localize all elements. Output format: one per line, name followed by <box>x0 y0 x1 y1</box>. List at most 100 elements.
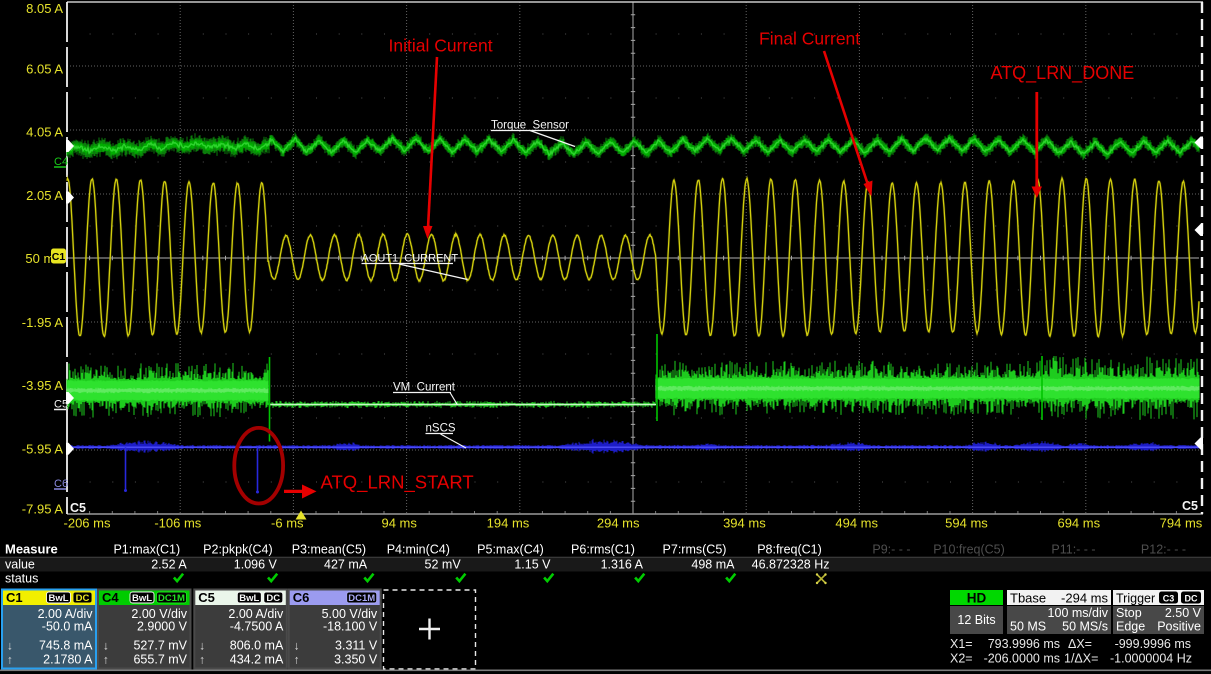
svg-text:-1.95 A: -1.95 A <box>22 315 64 330</box>
svg-text:-7.95 A: -7.95 A <box>22 502 64 517</box>
svg-text:C6: C6 <box>54 478 68 490</box>
svg-text:294 ms: 294 ms <box>597 516 640 531</box>
svg-text:P8:freq(C1): P8:freq(C1) <box>757 543 822 557</box>
svg-text:HD: HD <box>967 591 987 606</box>
svg-text:status: status <box>5 572 38 586</box>
svg-text:P4:min(C4): P4:min(C4) <box>387 543 450 557</box>
svg-text:12 Bits: 12 Bits <box>957 613 995 627</box>
svg-text:1.096 V: 1.096 V <box>234 558 278 572</box>
svg-text:-4.7500 A: -4.7500 A <box>230 620 284 634</box>
svg-text:Measure: Measure <box>5 542 58 557</box>
svg-text:Stop: Stop <box>1116 606 1142 620</box>
svg-text:C1: C1 <box>6 590 23 605</box>
svg-text:194 ms: 194 ms <box>487 516 530 531</box>
svg-text:2.50 V: 2.50 V <box>1165 606 1202 620</box>
svg-text:50 MS/s: 50 MS/s <box>1062 620 1108 634</box>
svg-text:-206 ms: -206 ms <box>64 516 111 531</box>
svg-text:C5: C5 <box>198 590 215 605</box>
svg-text:46.872328 Hz: 46.872328 Hz <box>752 558 830 572</box>
svg-text:Initial Current: Initial Current <box>389 36 493 56</box>
svg-text:745.8 mA: 745.8 mA <box>39 639 93 653</box>
svg-text:494 ms: 494 ms <box>835 516 878 531</box>
svg-text:DC: DC <box>266 593 280 604</box>
svg-text:↑: ↑ <box>294 653 300 667</box>
svg-text:-999.9996 ms: -999.9996 ms <box>1115 637 1191 651</box>
svg-text:-18.100 V: -18.100 V <box>323 620 378 634</box>
svg-text:X2=: X2= <box>950 652 973 666</box>
svg-text:Edge: Edge <box>1116 620 1145 634</box>
svg-text:434.2 mA: 434.2 mA <box>230 653 284 667</box>
svg-text:X1=: X1= <box>950 637 973 651</box>
svg-text:↓: ↓ <box>294 639 300 653</box>
svg-text:DC1M: DC1M <box>158 593 185 604</box>
svg-text:394 ms: 394 ms <box>723 516 766 531</box>
svg-text:C1: C1 <box>52 251 66 263</box>
svg-text:↑: ↑ <box>7 653 13 667</box>
svg-text:P12:- - -: P12:- - - <box>1141 543 1186 557</box>
svg-text:-50.0 mA: -50.0 mA <box>42 620 93 634</box>
svg-text:Tbase: Tbase <box>1010 591 1046 606</box>
svg-text:P6:rms(C1): P6:rms(C1) <box>571 543 635 557</box>
svg-text:-294 ms: -294 ms <box>1061 591 1108 606</box>
svg-text:P3:mean(C5): P3:mean(C5) <box>292 543 366 557</box>
svg-text:50 MS: 50 MS <box>1010 620 1046 634</box>
svg-text:↓: ↓ <box>199 639 205 653</box>
svg-text:Torque_Sensor: Torque_Sensor <box>491 120 569 132</box>
svg-text:94 ms: 94 ms <box>381 516 417 531</box>
svg-text:C5: C5 <box>54 399 68 411</box>
svg-text:2.05 A: 2.05 A <box>26 188 63 203</box>
svg-text:-5.95 A: -5.95 A <box>22 442 64 457</box>
svg-text:-3.95 A: -3.95 A <box>22 378 64 393</box>
svg-text:nSCS: nSCS <box>426 423 456 435</box>
svg-text:4.05 A: 4.05 A <box>26 125 63 140</box>
svg-text:DC: DC <box>1185 594 1198 604</box>
svg-text:2.52 A: 2.52 A <box>151 558 187 572</box>
svg-text:P2:pkpk(C4): P2:pkpk(C4) <box>203 543 272 557</box>
svg-text:806.0 mA: 806.0 mA <box>230 639 284 653</box>
svg-text:498 mA: 498 mA <box>691 558 735 572</box>
svg-text:P5:max(C4): P5:max(C4) <box>477 543 544 557</box>
svg-text:DC1M: DC1M <box>348 593 375 604</box>
svg-text:1.316 A: 1.316 A <box>601 558 644 572</box>
svg-text:6.05 A: 6.05 A <box>26 62 63 77</box>
svg-text:C5: C5 <box>70 501 86 515</box>
svg-text:↓: ↓ <box>103 639 109 653</box>
svg-text:-206.0000 ms: -206.0000 ms <box>984 652 1060 666</box>
svg-text:3.350 V: 3.350 V <box>334 653 378 667</box>
svg-text:↓: ↓ <box>7 639 13 653</box>
svg-text:DC: DC <box>76 593 90 604</box>
svg-text:655.7 mV: 655.7 mV <box>133 653 187 667</box>
svg-text:↑: ↑ <box>103 653 109 667</box>
svg-text:AOUT1_CURRENT: AOUT1_CURRENT <box>362 253 459 265</box>
svg-text:2.1780 A: 2.1780 A <box>43 653 93 667</box>
svg-text:793.9996 ms: 793.9996 ms <box>988 637 1060 651</box>
svg-text:P11:- - -: P11:- - - <box>1051 543 1095 557</box>
svg-text:↑: ↑ <box>199 653 205 667</box>
svg-text:value: value <box>5 558 35 572</box>
svg-text:-1.0000004 Hz: -1.0000004 Hz <box>1110 652 1192 666</box>
svg-text:P9:- - -: P9:- - - <box>872 543 910 557</box>
svg-text:Positive: Positive <box>1157 620 1201 634</box>
svg-text:C6: C6 <box>293 590 310 605</box>
svg-text:C5: C5 <box>1182 499 1198 513</box>
svg-text:427 mA: 427 mA <box>324 558 368 572</box>
svg-text:C3: C3 <box>1163 594 1175 604</box>
svg-text:Final Current: Final Current <box>759 29 860 49</box>
svg-text:52 mV: 52 mV <box>425 558 462 572</box>
svg-text:BwL: BwL <box>239 593 259 604</box>
svg-text:BwL: BwL <box>132 593 152 604</box>
svg-text:2.9000 V: 2.9000 V <box>137 620 188 634</box>
svg-text:794 ms: 794 ms <box>1160 516 1203 531</box>
svg-text:1.15 V: 1.15 V <box>514 558 551 572</box>
svg-text:694 ms: 694 ms <box>1057 516 1100 531</box>
svg-text:3.311 V: 3.311 V <box>335 639 378 653</box>
svg-text:Trigger: Trigger <box>1116 592 1155 606</box>
svg-text:ATQ_LRN_START: ATQ_LRN_START <box>321 472 474 494</box>
svg-text:P10:freq(C5): P10:freq(C5) <box>933 543 1005 557</box>
svg-text:C4: C4 <box>54 156 68 168</box>
svg-text:BwL: BwL <box>48 593 68 604</box>
svg-text:P1:max(C1): P1:max(C1) <box>113 543 180 557</box>
svg-text:8.05 A: 8.05 A <box>26 1 63 16</box>
svg-text:ΔX=: ΔX= <box>1068 637 1092 651</box>
svg-text:VM_Current: VM_Current <box>393 382 456 394</box>
